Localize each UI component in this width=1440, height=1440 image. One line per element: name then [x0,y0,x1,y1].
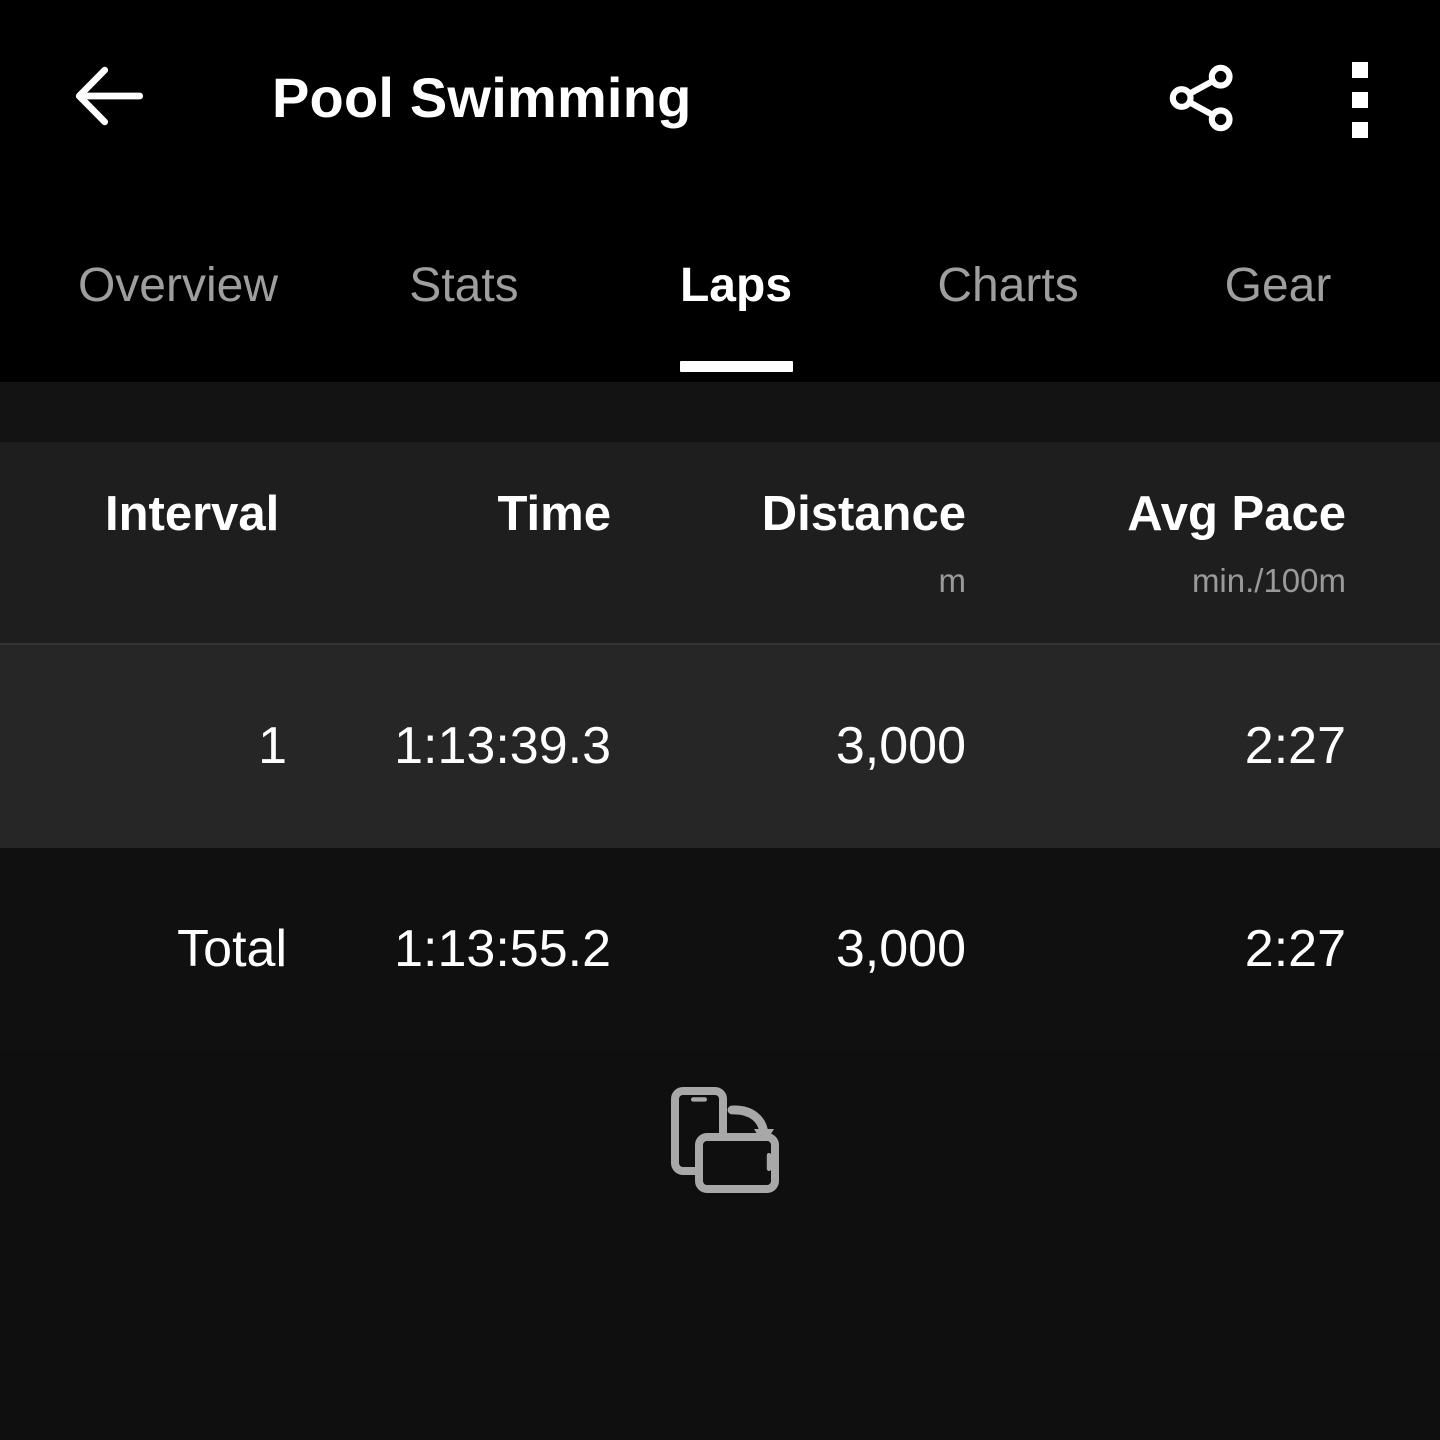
page-title: Pool Swimming [272,66,692,129]
cell-total-label: Total [177,920,287,978]
more-vertical-icon-dot-3 [1352,122,1368,138]
column-header-time: Time [497,487,611,541]
cell-total-distance: 3,000 [835,920,966,978]
table-header-row: Interval Time Distance m Avg Pace min./1… [0,442,1440,645]
table-total-row: Total 1:13:55.2 3,000 2:27 [0,848,1440,1051]
column-unit-avg-pace: min./100m [1191,562,1346,599]
cell-distance: 3,000 [835,717,966,775]
tab-stats[interactable]: Stats [332,196,596,382]
tab-charts[interactable]: Charts [876,196,1140,382]
overflow-menu-button[interactable] [1316,44,1404,156]
back-button[interactable] [58,48,162,148]
cell-avg-pace: 2:27 [1244,717,1346,775]
cell-total-avg-pace: 2:27 [1244,920,1346,978]
activity-detail-screen: Pool Swimming Overview Stats Laps Charts [0,0,1440,1440]
more-vertical-icon-dot-1 [1352,62,1368,78]
active-tab-indicator [680,361,793,372]
share-button[interactable] [1146,44,1258,156]
content-top-band [0,382,1440,442]
rotate-device-icon [658,1086,782,1203]
app-bar: Pool Swimming [0,0,1440,196]
cell-total-time: 1:13:55.2 [394,920,611,978]
cell-interval: 1 [258,717,287,775]
tab-bar: Overview Stats Laps Charts Gear [0,196,1440,382]
rotate-device-hint [0,1086,1440,1203]
more-vertical-icon-dot-2 [1352,92,1368,108]
arrow-left-icon [68,54,152,143]
tab-laps[interactable]: Laps [620,196,852,382]
laps-table: Interval Time Distance m Avg Pace min./1… [0,442,1440,1051]
share-icon [1162,58,1242,143]
column-header-avg-pace: Avg Pace [1127,487,1346,541]
table-row[interactable]: 1 1:13:39.3 3,000 2:27 [0,645,1440,848]
cell-time: 1:13:39.3 [394,717,611,775]
column-header-distance: Distance [761,487,966,541]
tab-gear[interactable]: Gear [1156,196,1400,382]
column-unit-distance: m [938,562,967,599]
tab-overview[interactable]: Overview [24,196,332,382]
